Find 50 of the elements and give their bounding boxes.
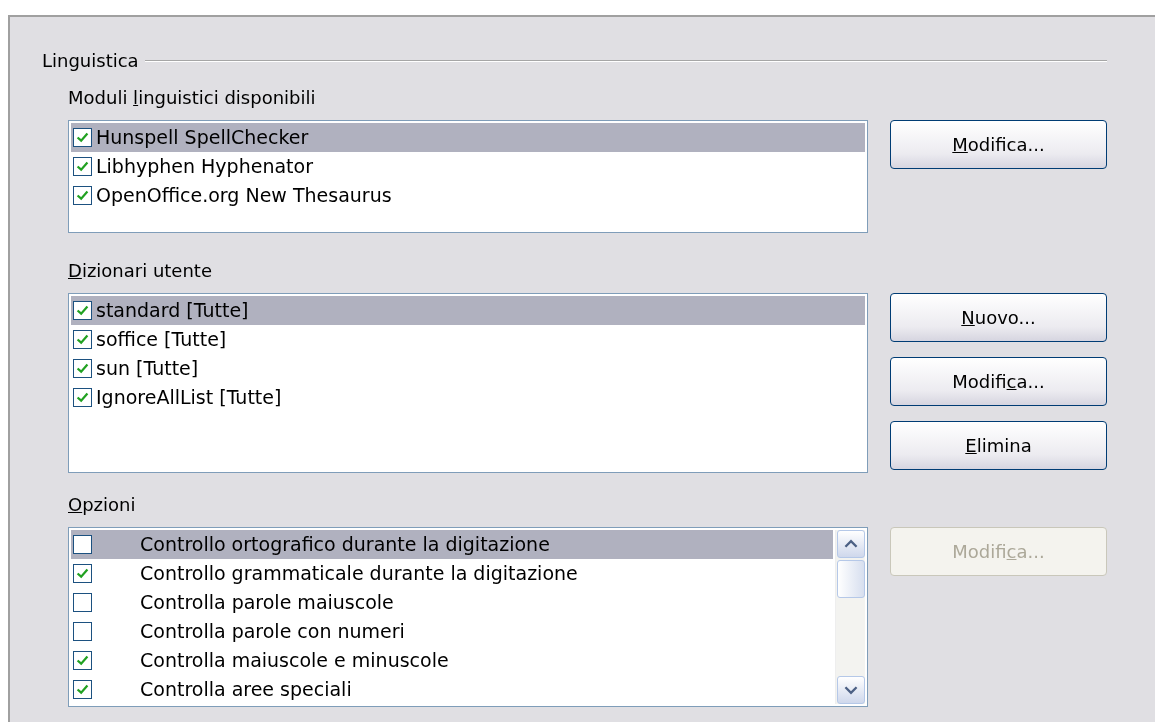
checkbox[interactable]	[73, 186, 92, 205]
checkbox[interactable]	[73, 157, 92, 176]
list-item[interactable]: standard [Tutte]	[71, 296, 865, 325]
list-item[interactable]: Hunspell SpellChecker	[71, 123, 865, 152]
item-label: Controlla aree speciali	[140, 677, 352, 702]
list-item[interactable]: soffice [Tutte]	[71, 325, 865, 354]
checkbox[interactable]	[73, 535, 92, 554]
section-label: Opzioni	[68, 493, 137, 517]
scroll-up-icon[interactable]	[836, 530, 865, 558]
checkbox[interactable]	[73, 128, 92, 147]
list-item[interactable]: sun [Tutte]	[71, 354, 865, 383]
item-label: Hunspell SpellChecker	[96, 125, 309, 150]
section-label: Dizionari utente	[68, 259, 213, 283]
item-label: Libhyphen Hyphenator	[96, 154, 313, 179]
checkbox[interactable]	[73, 359, 92, 378]
list-item[interactable]: Libhyphen Hyphenator	[71, 152, 865, 181]
checkbox[interactable]	[73, 651, 92, 670]
item-label: standard [Tutte]	[96, 298, 249, 323]
checkbox[interactable]	[73, 593, 92, 612]
group-title: Linguistica	[42, 49, 139, 73]
checkbox[interactable]	[73, 622, 92, 641]
item-label: OpenOffice.org New Thesaurus	[96, 183, 392, 208]
checkbox[interactable]	[73, 388, 92, 407]
section-label: Moduli linguistici disponibili	[68, 86, 317, 110]
list-item[interactable]: Controllo grammaticale durante la digitazione	[71, 559, 833, 588]
checkbox[interactable]	[73, 680, 92, 699]
item-label: Controlla maiuscole e minuscole	[140, 648, 449, 673]
checkbox[interactable]	[73, 330, 92, 349]
scroll-thumb[interactable]	[837, 560, 865, 598]
edit-button[interactable]: Modifica...	[890, 120, 1107, 169]
list-item[interactable]: Controlla aree speciali	[71, 675, 833, 704]
item-label: Controlla parole maiuscole	[140, 590, 394, 615]
item-label: IgnoreAllList [Tutte]	[96, 385, 282, 410]
scroll-down-icon[interactable]	[836, 676, 865, 704]
item-label: sun [Tutte]	[96, 356, 199, 381]
list-item[interactable]: Controlla parole con numeri	[71, 617, 833, 646]
list-item[interactable]: Controllo ortografico durante la digitazione	[71, 530, 833, 559]
checkbox[interactable]	[73, 564, 92, 583]
edit-button[interactable]: Modifica...	[890, 357, 1107, 406]
edit-button[interactable]: Elimina	[890, 421, 1107, 470]
item-label: Controllo grammaticale durante la digitazione	[140, 561, 578, 586]
list-item[interactable]: Controlla parole maiuscole	[71, 588, 833, 617]
list-item[interactable]: OpenOffice.org New Thesaurus	[71, 181, 865, 210]
edit-button[interactable]: Nuovo...	[890, 293, 1107, 342]
list-item[interactable]: Controlla maiuscole e minuscole	[71, 646, 833, 675]
list-item[interactable]: IgnoreAllList [Tutte]	[71, 383, 865, 412]
checkbox[interactable]	[73, 301, 92, 320]
item-label: Controllo ortografico durante la digitazione	[140, 532, 550, 557]
item-label: Controlla parole con numeri	[140, 619, 405, 644]
item-label: soffice [Tutte]	[96, 327, 227, 352]
